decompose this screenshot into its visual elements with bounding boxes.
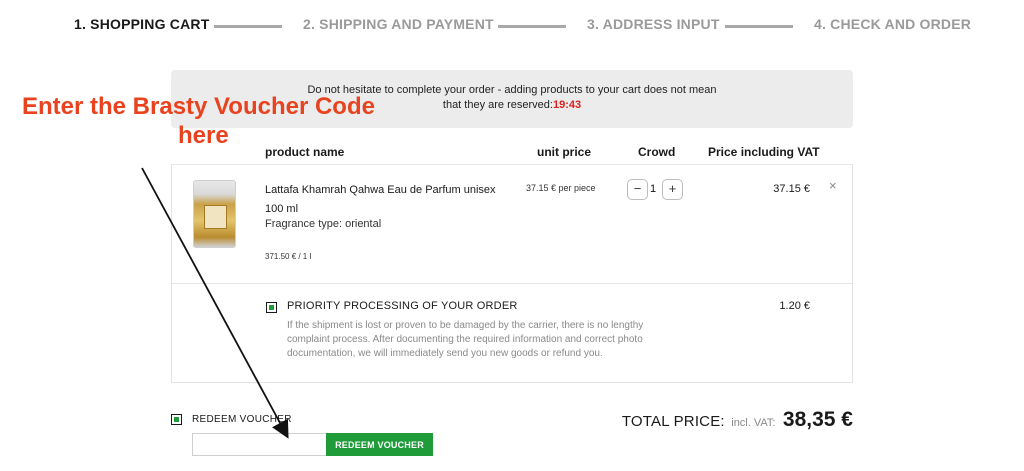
quantity-increase-button[interactable]: + bbox=[662, 179, 683, 200]
step-divider bbox=[498, 25, 566, 28]
checkout-steps: 1. SHOPPING CART 2. SHIPPING AND PAYMENT… bbox=[0, 16, 1024, 36]
priority-processing-title: PRIORITY PROCESSING OF YOUR ORDER bbox=[287, 300, 518, 312]
row-divider bbox=[171, 283, 853, 284]
priority-processing-price: 1.20 € bbox=[779, 300, 810, 312]
product-unit-price: 37.15 € per piece bbox=[526, 183, 596, 193]
step-address-input[interactable]: 3. ADDRESS INPUT bbox=[587, 16, 720, 32]
priority-processing-checkbox[interactable] bbox=[266, 302, 277, 313]
redeem-voucher-checkbox[interactable] bbox=[171, 414, 182, 425]
remove-item-icon[interactable]: × bbox=[829, 178, 837, 193]
redeem-voucher-button[interactable]: REDEEM VOUCHER bbox=[326, 433, 433, 456]
quantity-decrease-button[interactable]: − bbox=[627, 179, 648, 200]
total-price: TOTAL PRICE: incl. VAT: 38,35 € bbox=[622, 408, 853, 432]
step-shopping-cart[interactable]: 1. SHOPPING CART bbox=[74, 16, 209, 32]
quantity-value: 1 bbox=[650, 183, 657, 195]
step-shipping-payment[interactable]: 2. SHIPPING AND PAYMENT bbox=[303, 16, 494, 32]
product-fragrance-type: Fragrance type: oriental bbox=[265, 218, 382, 230]
annotation-text-line1: Enter the Brasty Voucher Code bbox=[22, 93, 375, 120]
step-divider bbox=[214, 25, 282, 28]
priority-processing-description: If the shipment is lost or proven to be … bbox=[287, 320, 644, 359]
total-amount: 38,35 € bbox=[782, 408, 853, 431]
product-unit-price-per-liter: 371.50 € / 1 l bbox=[265, 252, 312, 261]
notice-text: that they are reserved: bbox=[442, 99, 553, 111]
annotation-text-line2: here bbox=[178, 122, 229, 149]
product-line-total: 37.15 € bbox=[773, 183, 810, 195]
total-vat-note: incl. VAT: bbox=[731, 417, 776, 429]
header-product-name: product name bbox=[265, 145, 345, 159]
step-check-order[interactable]: 4. CHECK AND ORDER bbox=[814, 16, 971, 32]
voucher-code-input[interactable] bbox=[192, 433, 327, 456]
header-price-incl-vat: Price including VAT bbox=[708, 145, 820, 159]
header-unit-price: unit price bbox=[537, 145, 592, 159]
total-price-label: TOTAL PRICE: bbox=[621, 413, 725, 430]
product-image[interactable] bbox=[193, 180, 236, 248]
product-name[interactable]: Lattafa Khamrah Qahwa Eau de Parfum unis… bbox=[265, 181, 515, 219]
step-divider bbox=[725, 25, 793, 28]
reservation-timer: 19:43 bbox=[552, 99, 582, 111]
redeem-voucher-label[interactable]: REDEEM VOUCHER bbox=[192, 414, 292, 425]
header-crowd: Crowd bbox=[638, 145, 676, 159]
